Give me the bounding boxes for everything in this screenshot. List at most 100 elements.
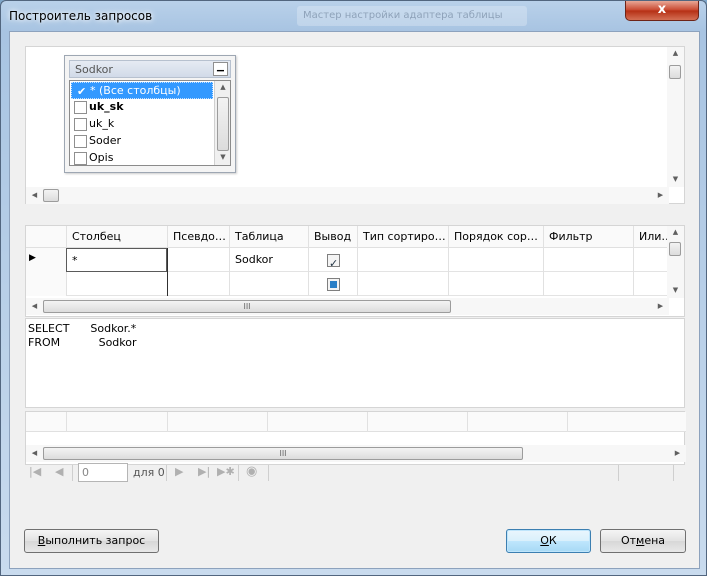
scrollbar-thumb[interactable]: III: [43, 447, 523, 460]
scroll-right-arrow-icon[interactable]: ▶: [652, 302, 669, 310]
results-header-cell: [66, 412, 167, 432]
scrollbar-thumb[interactable]: [43, 189, 59, 202]
last-record-icon[interactable]: ▶|: [198, 465, 210, 478]
column-checkbox[interactable]: ✔: [75, 85, 88, 98]
scroll-left-arrow-icon[interactable]: ◀: [26, 191, 43, 199]
table-widget-sodkor[interactable]: Sodkor ▁ Opis Soder uk_k uk_sk ✔ * (Все столб…: [64, 55, 236, 173]
close-button[interactable]: x: [625, 1, 699, 21]
column-label: uk_k: [89, 117, 115, 130]
separator: [238, 465, 239, 481]
scrollbar-thumb[interactable]: [669, 242, 681, 256]
window-title: Построитель запросов: [9, 9, 153, 23]
column-list-item[interactable]: Opis: [71, 150, 213, 165]
scroll-down-arrow-icon[interactable]: ▼: [667, 286, 684, 294]
grid-header-filter[interactable]: Фильтр: [543, 226, 633, 248]
grid-header-row: Столбец Псевдо… Таблица Вывод Тип сортир…: [26, 226, 669, 248]
grid-header-or[interactable]: Или…: [633, 226, 669, 248]
grid-cell-alias[interactable]: [167, 248, 229, 272]
scroll-down-arrow-icon[interactable]: ▼: [215, 153, 230, 161]
grid-cell-or[interactable]: [633, 248, 669, 272]
grid-header-sort-order[interactable]: Порядок сор…: [448, 226, 543, 248]
output-checkbox[interactable]: [327, 252, 340, 272]
grid-header-column[interactable]: Столбец: [66, 226, 167, 248]
grid-corner-cell: [26, 226, 66, 248]
ok-button[interactable]: ОК: [506, 529, 591, 553]
grid-row[interactable]: ▶ * Sodkor: [26, 248, 669, 272]
results-header-row: [26, 412, 686, 432]
scroll-up-arrow-icon[interactable]: ▲: [667, 228, 684, 236]
row-selector[interactable]: ▶: [26, 248, 66, 272]
results-pane[interactable]: ◀ III ▶: [25, 411, 686, 465]
scroll-right-arrow-icon[interactable]: ▶: [669, 449, 686, 457]
title-bar[interactable]: Построитель запросов Мастер настройки ад…: [1, 1, 706, 31]
scroll-down-arrow-icon[interactable]: ▼: [667, 175, 684, 183]
scroll-up-arrow-icon[interactable]: ▲: [667, 49, 684, 57]
grid-cell-sort-type[interactable]: [357, 248, 448, 272]
grid-header-table[interactable]: Таблица: [229, 226, 308, 248]
scroll-right-arrow-icon[interactable]: ▶: [652, 191, 669, 199]
column-list-item[interactable]: ✔ * (Все столбцы): [71, 82, 213, 99]
column-checkbox[interactable]: [74, 101, 87, 114]
column-list-item[interactable]: uk_sk: [71, 99, 213, 116]
scrollbar-thumb[interactable]: III: [43, 300, 451, 313]
table-header[interactable]: Sodkor ▁: [69, 60, 231, 78]
previous-record-icon[interactable]: ◀: [55, 465, 63, 478]
grid-cell-filter[interactable]: [543, 272, 633, 296]
grid-header-sort-type[interactable]: Тип сортиро…: [357, 226, 448, 248]
separator: [673, 465, 674, 481]
scrollbar-thumb[interactable]: [669, 65, 681, 79]
grid-cell-table[interactable]: [229, 272, 308, 296]
grid-cell-alias[interactable]: [167, 272, 229, 296]
column-checkbox[interactable]: [74, 152, 87, 165]
execute-query-button[interactable]: Выполнить запрос: [24, 529, 159, 553]
diagram-vertical-scrollbar[interactable]: ▲ ▼: [667, 47, 684, 187]
dialog-client-area: Sodkor ▁ Opis Soder uk_k uk_sk ✔ * (Все столб…: [9, 31, 700, 569]
grid-cell-sort-type[interactable]: [357, 272, 448, 296]
column-list-item[interactable]: uk_k: [71, 116, 213, 133]
grid-cell-sort-order[interactable]: [448, 248, 543, 272]
sql-pane[interactable]: SELECT Sodkor.* FROM Sodkor: [25, 318, 685, 408]
column-checkbox[interactable]: [74, 135, 87, 148]
next-record-icon[interactable]: ▶: [175, 465, 183, 478]
grid-cell-column[interactable]: *: [66, 248, 167, 272]
grid-vertical-scrollbar[interactable]: ▲ ▼: [667, 226, 684, 298]
criteria-grid-pane[interactable]: Столбец Псевдо… Таблица Вывод Тип сортир…: [25, 225, 685, 317]
cancel-button[interactable]: Отмена: [600, 529, 686, 553]
diagram-pane[interactable]: Sodkor ▁ Opis Soder uk_k uk_sk ✔ * (Все столб…: [25, 46, 685, 204]
minimize-table-button[interactable]: ▁: [213, 62, 228, 76]
grid-cell-filter[interactable]: [543, 248, 633, 272]
record-navigator: |◀ ◀ 0 для 0 ▶ ▶| ▶✱ ◉: [25, 462, 685, 484]
scroll-left-arrow-icon[interactable]: ◀: [26, 302, 43, 310]
new-record-icon[interactable]: ▶✱: [217, 465, 235, 478]
scroll-left-arrow-icon[interactable]: ◀: [26, 449, 43, 457]
checkmark-icon: ✔: [77, 85, 87, 98]
record-position-input[interactable]: 0: [78, 463, 128, 482]
column-label: Soder: [89, 134, 121, 147]
first-record-icon[interactable]: |◀: [29, 465, 41, 478]
record-count-label: для 0: [133, 466, 165, 479]
scroll-up-arrow-icon[interactable]: ▲: [215, 83, 230, 91]
grid-horizontal-scrollbar[interactable]: ◀ III ▶: [26, 298, 669, 315]
row-selector[interactable]: [26, 272, 66, 296]
grid-header-output[interactable]: Вывод: [308, 226, 357, 248]
grid-cell-or[interactable]: [633, 272, 669, 296]
stop-icon[interactable]: ◉: [246, 464, 257, 479]
column-list-item[interactable]: Soder: [71, 133, 213, 150]
column-list-scrollbar[interactable]: ▲ ▼: [214, 81, 230, 165]
output-checkbox[interactable]: [327, 278, 340, 291]
current-row-arrow-icon: ▶: [29, 253, 36, 263]
grid-cell-column[interactable]: [66, 272, 167, 296]
column-list[interactable]: Opis Soder uk_k uk_sk ✔ * (Все столбцы) ▲ ▼: [69, 80, 231, 166]
background-window-title: Мастер настройки адаптера таблицы: [297, 6, 527, 26]
grid-header-alias[interactable]: Псевдо…: [167, 226, 229, 248]
column-checkbox[interactable]: [74, 118, 87, 131]
diagram-horizontal-scrollbar[interactable]: ◀ ▶: [26, 187, 669, 204]
results-header-cell: [467, 412, 567, 432]
grid-row[interactable]: [26, 272, 669, 296]
scrollbar-thumb[interactable]: [217, 97, 229, 151]
grid-cell-table[interactable]: Sodkor: [229, 248, 308, 272]
separator: [618, 465, 619, 481]
column-label: * (Все столбцы): [90, 84, 181, 97]
results-horizontal-scrollbar[interactable]: ◀ III ▶: [26, 445, 686, 462]
grid-cell-sort-order[interactable]: [448, 272, 543, 296]
